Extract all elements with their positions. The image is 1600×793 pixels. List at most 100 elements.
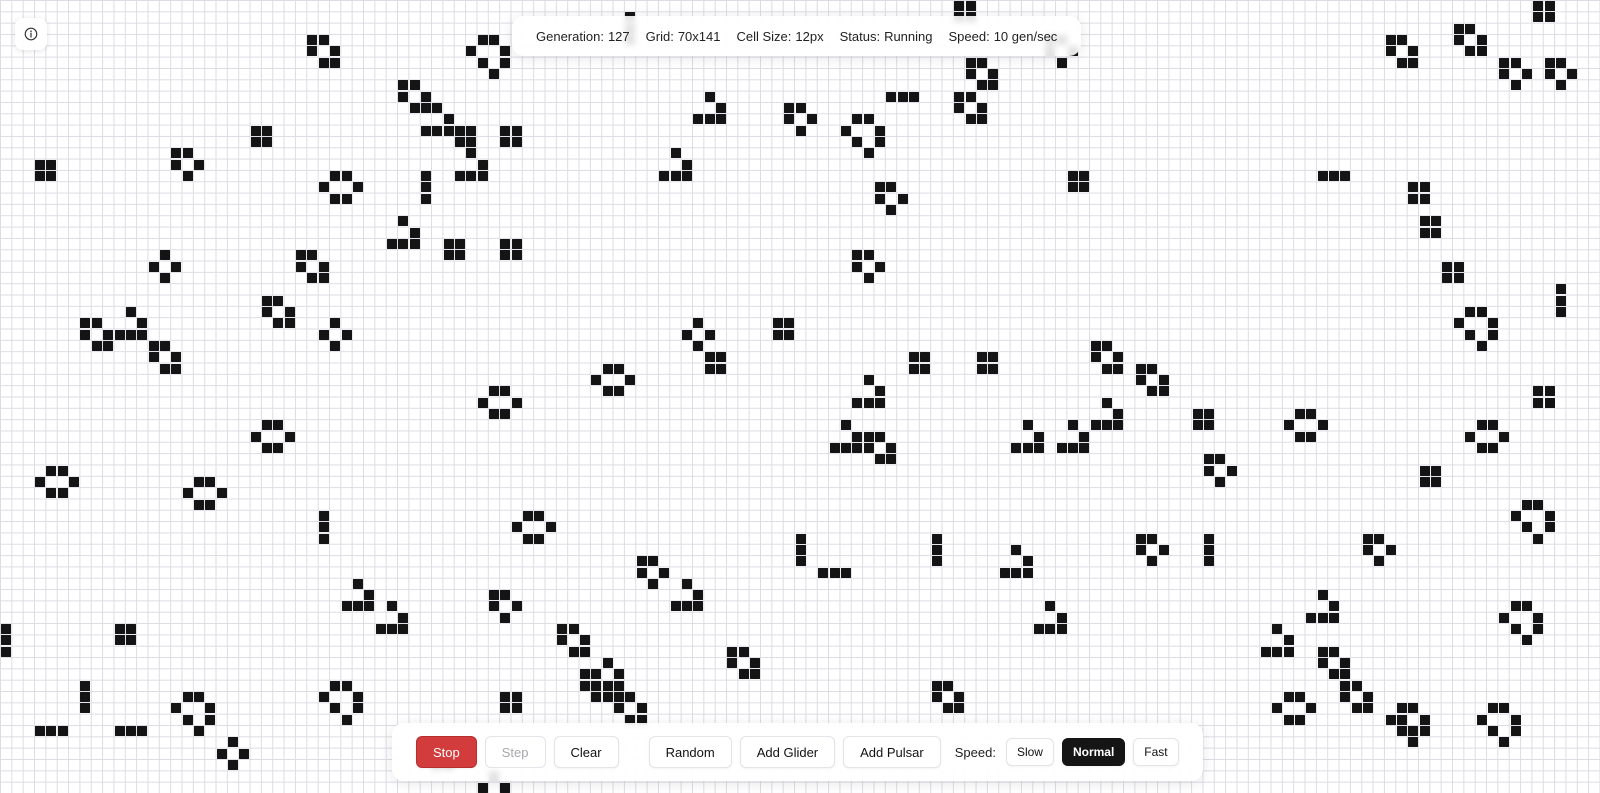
live-cell xyxy=(739,669,749,679)
live-cell xyxy=(35,160,45,170)
live-cell xyxy=(1272,624,1282,634)
live-cell xyxy=(410,228,420,238)
live-cell xyxy=(80,318,90,328)
live-cell xyxy=(455,126,465,136)
live-cell xyxy=(455,137,465,147)
live-cell xyxy=(126,726,136,736)
live-cell xyxy=(1488,330,1498,340)
live-cell xyxy=(273,420,283,430)
live-cell xyxy=(251,432,261,442)
live-cell xyxy=(637,568,647,578)
live-cell xyxy=(512,250,522,260)
info-button[interactable] xyxy=(15,18,47,50)
live-cell xyxy=(1556,307,1566,317)
live-cell xyxy=(1522,500,1532,510)
live-cell xyxy=(183,171,193,181)
live-cell xyxy=(1408,194,1418,204)
live-cell xyxy=(1113,364,1123,374)
live-cell xyxy=(1079,171,1089,181)
random-button[interactable]: Random xyxy=(648,736,732,768)
live-cell xyxy=(35,477,45,487)
live-cell xyxy=(194,160,204,170)
live-cell xyxy=(977,114,987,124)
live-cell xyxy=(1215,454,1225,464)
cell-size-stat: Cell Size: 12px xyxy=(736,29,823,44)
status-label: Status: xyxy=(839,28,881,44)
live-cell xyxy=(1204,534,1214,544)
live-cell xyxy=(500,590,510,600)
stop-button[interactable]: Stop xyxy=(416,736,477,768)
live-cell xyxy=(1159,545,1169,555)
live-cell xyxy=(512,601,522,611)
live-cell xyxy=(512,703,522,713)
live-cell xyxy=(1556,58,1566,68)
live-cell xyxy=(387,239,397,249)
live-cell xyxy=(591,681,601,691)
live-cell xyxy=(1533,12,1543,22)
grid-stat: Grid: 70x141 xyxy=(646,29,721,44)
live-cell xyxy=(1363,534,1373,544)
live-cell xyxy=(194,726,204,736)
live-cell xyxy=(705,330,715,340)
live-cell xyxy=(319,522,329,532)
life-grid[interactable] xyxy=(0,0,1600,793)
live-cell xyxy=(1340,669,1350,679)
live-cell xyxy=(353,579,363,589)
speed-normal-button[interactable]: Normal xyxy=(1061,738,1126,766)
live-cell xyxy=(160,250,170,260)
live-cell xyxy=(841,568,851,578)
stats-bar: Generation: 127 Grid: 70x141 Cell Size: … xyxy=(512,16,1082,56)
live-cell xyxy=(625,692,635,702)
live-cell xyxy=(500,703,510,713)
live-cell xyxy=(410,80,420,90)
live-cell xyxy=(1340,171,1350,181)
generation-stat: Generation: 127 xyxy=(536,29,630,44)
live-cell xyxy=(1306,432,1316,442)
live-cell xyxy=(80,692,90,702)
live-cell xyxy=(398,239,408,249)
live-cell xyxy=(1261,647,1271,657)
speed-slow-button[interactable]: Slow xyxy=(1005,738,1054,766)
live-cell xyxy=(319,273,329,283)
live-cell xyxy=(966,114,976,124)
live-cell xyxy=(1408,46,1418,56)
live-cell xyxy=(1340,692,1350,702)
live-cell xyxy=(875,194,885,204)
live-cell xyxy=(444,239,454,249)
add-glider-button[interactable]: Add Glider xyxy=(739,736,836,768)
live-cell xyxy=(1318,613,1328,623)
live-cell xyxy=(1511,624,1521,634)
live-cell xyxy=(1204,466,1214,476)
live-cell xyxy=(183,715,193,725)
live-cell xyxy=(864,432,874,442)
live-cell xyxy=(364,601,374,611)
live-cell xyxy=(307,46,317,56)
live-cell xyxy=(1533,398,1543,408)
add-pulsar-button[interactable]: Add Pulsar xyxy=(843,736,941,768)
live-cell xyxy=(35,726,45,736)
live-cell xyxy=(160,364,170,374)
live-cell xyxy=(614,681,624,691)
live-cell xyxy=(1431,216,1441,226)
live-cell xyxy=(693,590,703,600)
live-cell xyxy=(273,318,283,328)
step-button[interactable]: Step xyxy=(484,736,546,768)
speed-stat: Speed: 10 gen/sec xyxy=(949,29,1058,44)
live-cell xyxy=(398,613,408,623)
live-cell xyxy=(1477,443,1487,453)
live-cell xyxy=(1306,409,1316,419)
speed-fast-button[interactable]: Fast xyxy=(1133,738,1179,766)
live-cell xyxy=(160,273,170,283)
clear-button[interactable]: Clear xyxy=(553,736,619,768)
live-cell xyxy=(251,126,261,136)
live-cell xyxy=(909,364,919,374)
live-cell xyxy=(285,307,295,317)
live-cell xyxy=(864,443,874,453)
live-cell xyxy=(1533,1,1543,11)
live-cell xyxy=(659,568,669,578)
live-cell xyxy=(580,647,590,657)
live-cell xyxy=(478,783,488,793)
live-cell xyxy=(1023,556,1033,566)
live-cell xyxy=(330,341,340,351)
live-cell xyxy=(943,681,953,691)
